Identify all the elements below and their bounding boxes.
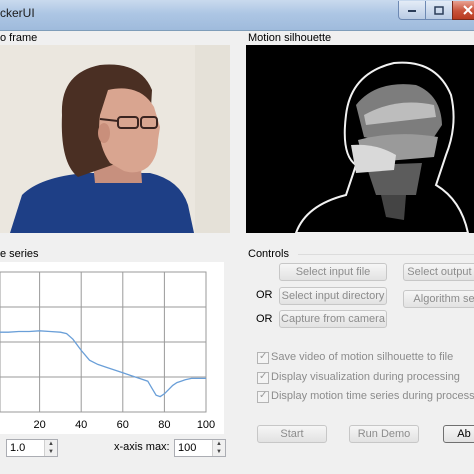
minimize-icon xyxy=(408,10,416,12)
select-output-directory-button[interactable]: Select output d xyxy=(403,263,474,281)
timeseries-panel-label: e series xyxy=(0,248,39,260)
silhouette-panel-label: Motion silhouette xyxy=(248,32,332,44)
select-input-file-button[interactable]: Select input file xyxy=(279,263,387,281)
webcam-person-image xyxy=(0,45,230,233)
checkmark-icon: ✓ xyxy=(259,371,268,382)
x-axis-min-value: 1.0 xyxy=(10,442,26,454)
video-frame-image xyxy=(0,45,230,233)
spin-down-icon[interactable]: ▼ xyxy=(213,448,225,456)
select-input-directory-button[interactable]: Select input directory xyxy=(279,287,387,305)
maximize-icon xyxy=(434,5,444,15)
capture-from-camera-button[interactable]: Capture from camera xyxy=(279,310,387,328)
close-button[interactable] xyxy=(452,1,474,20)
or-label: OR xyxy=(256,313,273,325)
algorithm-settings-button[interactable]: Algorithm se xyxy=(403,290,474,308)
start-button[interactable]: Start xyxy=(257,425,327,443)
checkmark-icon: ✓ xyxy=(259,351,268,362)
display-timeseries-checkbox[interactable]: ✓ xyxy=(257,390,269,403)
spin-up-icon[interactable]: ▲ xyxy=(45,440,57,448)
x-tick-label: 100 xyxy=(197,419,215,431)
x-axis-max-spinner[interactable]: 100 ▲ ▼ xyxy=(174,439,226,457)
controls-panel-label: Controls xyxy=(248,248,289,260)
motion-time-series-plot: 20 40 60 80 100 xyxy=(0,262,224,434)
x-axis-min-spinner[interactable]: 1.0 ▲ ▼ xyxy=(6,439,58,457)
checkmark-icon: ✓ xyxy=(259,390,268,401)
x-tick-label: 80 xyxy=(158,419,170,431)
minimize-button[interactable] xyxy=(398,1,426,20)
x-tick-label: 60 xyxy=(117,419,129,431)
motion-silhouette-image xyxy=(246,45,474,233)
video-panel-label: o frame xyxy=(0,32,38,44)
motion-silhouette-graphic xyxy=(246,45,474,233)
display-timeseries-label: Display motion time series during proces… xyxy=(271,390,474,402)
save-video-checkbox[interactable]: ✓ xyxy=(257,351,269,364)
run-demo-button[interactable]: Run Demo xyxy=(349,425,419,443)
title-bar: ckerUI xyxy=(0,0,474,31)
x-axis-max-value: 100 xyxy=(178,442,197,454)
window-title: ckerUI xyxy=(0,6,35,20)
display-visualization-label: Display visualization during processing xyxy=(271,371,460,383)
x-tick-label: 20 xyxy=(33,419,45,431)
close-icon xyxy=(463,5,473,15)
controls-group-border xyxy=(298,254,474,255)
or-label: OR xyxy=(256,289,273,301)
spin-up-icon[interactable]: ▲ xyxy=(213,440,225,448)
x-axis-max-label: x-axis max: xyxy=(114,441,170,453)
motion-series-line xyxy=(0,330,206,398)
maximize-button[interactable] xyxy=(425,1,453,20)
about-button[interactable]: Ab xyxy=(443,425,474,443)
plot-svg: 20 40 60 80 100 xyxy=(0,271,215,431)
display-visualization-checkbox[interactable]: ✓ xyxy=(257,371,269,384)
x-tick-label: 40 xyxy=(75,419,87,431)
save-video-label: Save video of motion silhouette to file xyxy=(271,351,454,363)
spin-down-icon[interactable]: ▼ xyxy=(45,448,57,456)
